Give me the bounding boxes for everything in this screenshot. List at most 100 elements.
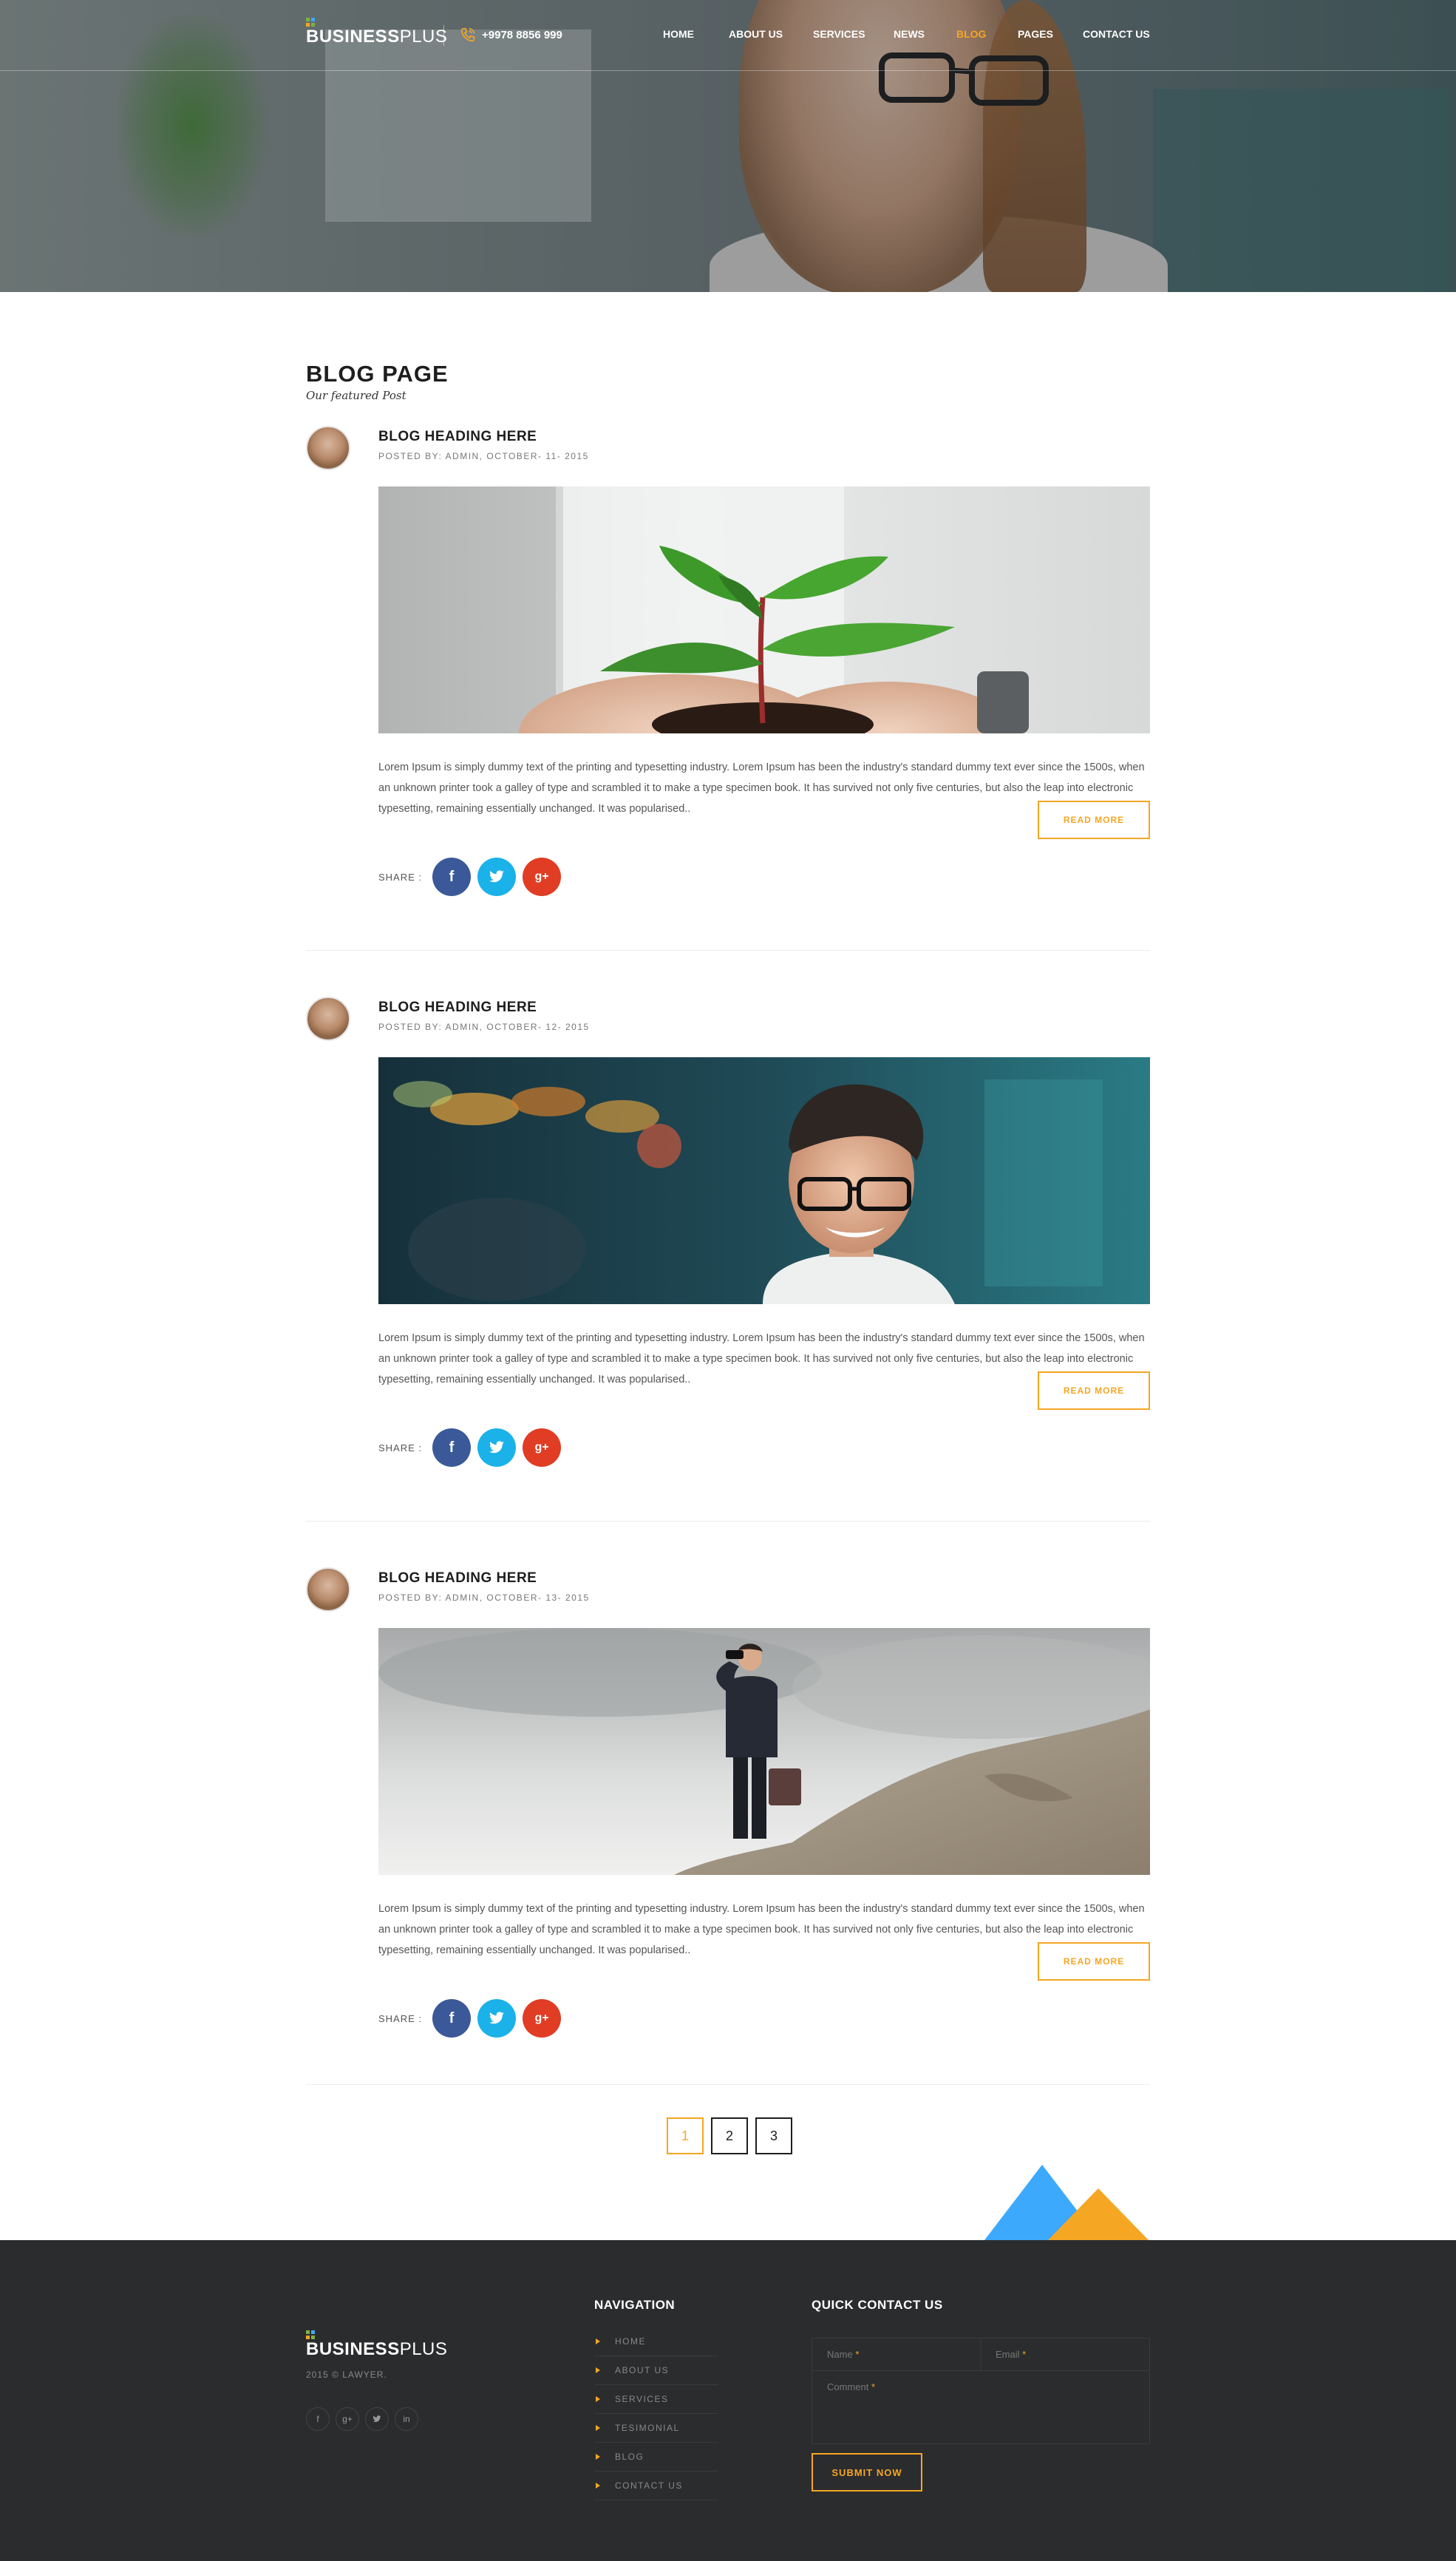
submit-button[interactable]: SUBMIT NOW xyxy=(812,2453,922,2492)
facebook-icon[interactable]: f xyxy=(432,1428,472,1467)
footer-linkedin-icon[interactable]: in xyxy=(395,2407,418,2431)
footer-nav-label: TESIMONIAL xyxy=(615,2423,680,2433)
comment-field[interactable]: Comment * xyxy=(827,2381,875,2392)
required-mark: * xyxy=(871,2381,876,2392)
top-navbar: BUSINESS PLUS +9978 8856 999 HOME ABOUT … xyxy=(0,0,1456,71)
page-2-button[interactable]: 2 xyxy=(711,2117,748,2154)
footer-nav-label: BLOG xyxy=(615,2452,644,2462)
post-meta: POSTED BY: ADMIN, OCTOBER- 13- 2015 xyxy=(378,1592,590,1603)
footer-google-plus-icon[interactable]: g+ xyxy=(336,2407,359,2431)
blog-post: BLOG HEADING HERE POSTED BY: ADMIN, OCTO… xyxy=(306,426,1150,906)
share-label: SHARE : xyxy=(378,1442,423,1454)
logo-bold-text: BUSINESS xyxy=(306,27,400,47)
nav-news[interactable]: NEWS xyxy=(894,28,925,40)
footer-nav-item[interactable]: BLOG xyxy=(594,2443,718,2472)
decor-triangle-orange xyxy=(1048,2188,1149,2240)
facebook-icon[interactable]: f xyxy=(432,858,472,896)
post-excerpt: Lorem Ipsum is simply dummy text of the … xyxy=(378,1903,1145,1956)
caret-right-icon xyxy=(596,2367,600,2373)
businessman-on-rock-image xyxy=(378,1628,1150,1875)
post-excerpt: Lorem Ipsum is simply dummy text of the … xyxy=(378,761,1145,815)
caret-right-icon xyxy=(596,2454,600,2460)
nav-services[interactable]: SERVICES xyxy=(813,28,865,40)
caret-right-icon xyxy=(596,2425,600,2431)
post-meta: POSTED BY: ADMIN, OCTOBER- 11- 2015 xyxy=(378,451,589,461)
pagination: 1 2 3 xyxy=(667,2117,800,2154)
post-image[interactable] xyxy=(378,486,1150,733)
form-divider xyxy=(981,2338,982,2371)
name-placeholder: Name xyxy=(827,2349,853,2360)
share-bar: SHARE : f g+ xyxy=(378,1428,568,1467)
footer-nav-label: ABOUT US xyxy=(615,2365,670,2375)
footer-facebook-icon[interactable]: f xyxy=(306,2407,330,2431)
page-3-button[interactable]: 3 xyxy=(755,2117,792,2154)
comment-placeholder: Comment xyxy=(827,2381,869,2392)
plant-in-hands-image xyxy=(378,486,1150,733)
footer-nav-label: SERVICES xyxy=(615,2394,669,2404)
share-label: SHARE : xyxy=(378,2012,423,2024)
blog-post: BLOG HEADING HERE POSTED BY: ADMIN, OCTO… xyxy=(306,997,1150,1477)
footer: BUSINESS PLUS 2015 © LAWYER. f g+ in NAV… xyxy=(0,2240,1456,2561)
footer-logo[interactable]: BUSINESS PLUS xyxy=(306,2330,447,2360)
post-divider xyxy=(306,2084,1150,2085)
footer-nav-item[interactable]: TESIMONIAL xyxy=(594,2414,718,2443)
footer-nav-item[interactable]: HOME xyxy=(594,2327,718,2356)
share-label: SHARE : xyxy=(378,871,423,883)
nav-contact-us[interactable]: CONTACT US xyxy=(1083,28,1150,40)
logo-bold-text: BUSINESS xyxy=(306,2339,400,2359)
post-title[interactable]: BLOG HEADING HERE xyxy=(378,429,537,445)
post-image[interactable] xyxy=(378,1057,1150,1304)
nav-home[interactable]: HOME xyxy=(663,28,694,40)
author-avatar xyxy=(306,1567,350,1612)
page-1-button[interactable]: 1 xyxy=(667,2117,704,2154)
google-plus-icon[interactable]: g+ xyxy=(523,858,562,896)
post-title[interactable]: BLOG HEADING HERE xyxy=(378,1000,537,1016)
footer-nav-item[interactable]: ABOUT US xyxy=(594,2356,718,2385)
footer-nav-item[interactable]: CONTACT US xyxy=(594,2472,718,2500)
post-image[interactable] xyxy=(378,1628,1150,1875)
twitter-icon[interactable] xyxy=(477,1999,517,2038)
footer-nav-title: NAVIGATION xyxy=(594,2298,676,2312)
footer-nav-label: HOME xyxy=(615,2336,646,2347)
logo-light-text: PLUS xyxy=(399,27,448,47)
nav-about-us[interactable]: ABOUT US xyxy=(729,28,783,40)
footer-nav-label: CONTACT US xyxy=(615,2480,683,2491)
name-field[interactable]: Name * xyxy=(827,2349,859,2360)
twitter-icon[interactable] xyxy=(477,858,517,896)
post-meta: POSTED BY: ADMIN, OCTOBER- 12- 2015 xyxy=(378,1022,590,1032)
required-mark: * xyxy=(855,2349,860,2360)
post-divider xyxy=(306,1521,1150,1522)
caret-right-icon xyxy=(596,2396,600,2402)
post-divider xyxy=(306,950,1150,951)
author-avatar xyxy=(306,426,350,470)
required-mark: * xyxy=(1022,2349,1027,2360)
logo-dots-icon xyxy=(306,18,316,27)
footer-twitter-icon[interactable] xyxy=(365,2407,389,2431)
read-more-button[interactable]: READ MORE xyxy=(1038,1942,1150,1981)
phone-icon xyxy=(460,27,475,42)
footer-social: f g+ in xyxy=(306,2407,424,2431)
nav-blog[interactable]: BLOG xyxy=(956,28,986,40)
read-more-button[interactable]: READ MORE xyxy=(1038,1371,1150,1410)
header-phone[interactable]: +9978 8856 999 xyxy=(460,27,562,43)
nav-pages[interactable]: PAGES xyxy=(1018,28,1053,40)
google-plus-icon[interactable]: g+ xyxy=(523,1428,562,1467)
header-logo[interactable]: BUSINESS PLUS xyxy=(306,18,448,47)
twitter-icon[interactable] xyxy=(477,1428,517,1467)
email-field[interactable]: Email * xyxy=(996,2349,1026,2360)
google-plus-icon[interactable]: g+ xyxy=(523,1999,562,2038)
facebook-icon[interactable]: f xyxy=(432,1999,472,2038)
logo-dots-icon xyxy=(306,2330,316,2339)
header-divider xyxy=(443,25,444,46)
author-avatar xyxy=(306,997,350,1041)
hero-banner: BUSINESS PLUS +9978 8856 999 HOME ABOUT … xyxy=(0,0,1456,292)
footer-nav-item[interactable]: SERVICES xyxy=(594,2385,718,2414)
post-title[interactable]: BLOG HEADING HERE xyxy=(378,1570,537,1587)
copyright: 2015 © LAWYER. xyxy=(306,2370,387,2380)
read-more-button[interactable]: READ MORE xyxy=(1038,801,1150,839)
post-excerpt: Lorem Ipsum is simply dummy text of the … xyxy=(378,1332,1145,1385)
footer-contact-title: QUICK CONTACT US xyxy=(812,2298,943,2312)
quick-contact-form: Name * Email * Comment * xyxy=(812,2338,1150,2444)
page-subtitle: Our featured Post xyxy=(306,389,406,402)
phone-number: +9978 8856 999 xyxy=(482,28,562,41)
